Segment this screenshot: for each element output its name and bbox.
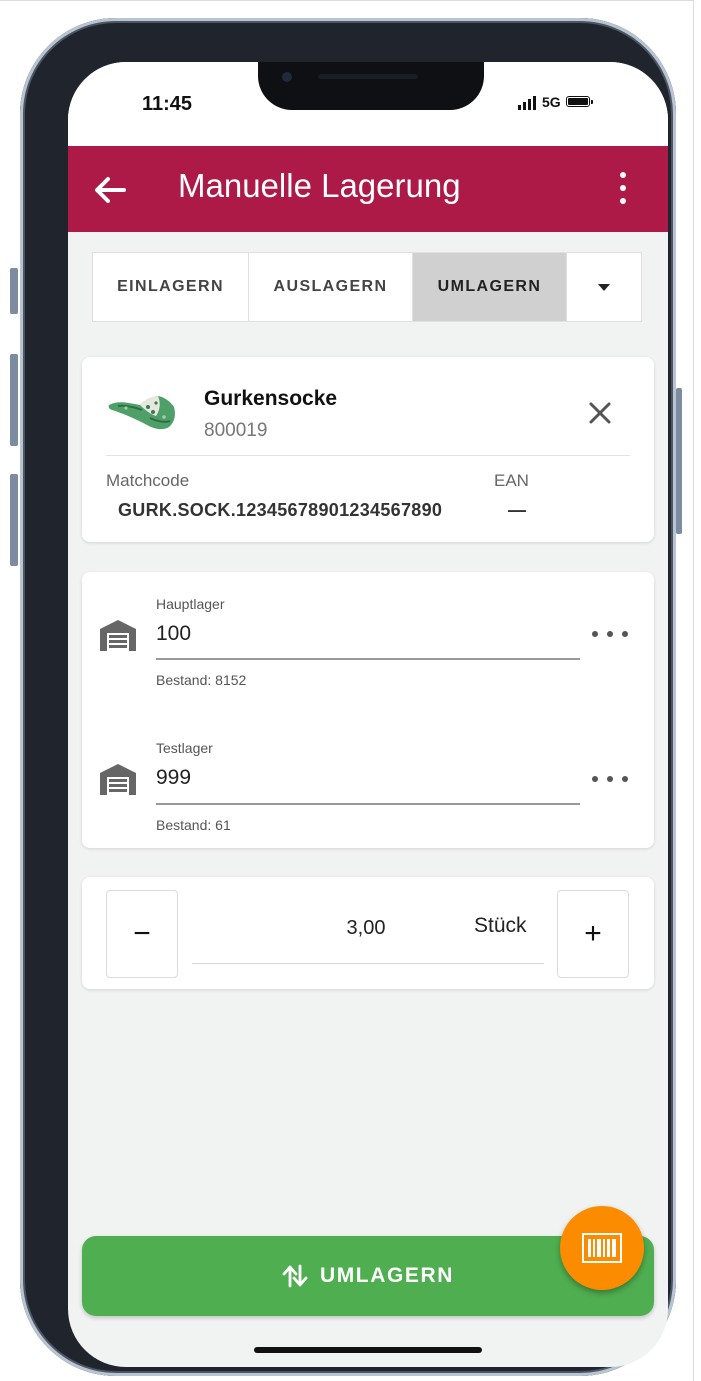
divider — [106, 455, 630, 456]
submit-button-label: UMLAGERN — [319, 1264, 455, 1287]
target-input-underline — [156, 803, 580, 805]
dropdown-caret-icon — [598, 283, 610, 291]
tab-einlagern[interactable]: EINLAGERN — [93, 253, 249, 321]
quantity-unit: Stück — [474, 914, 527, 937]
tab-umlagern[interactable]: UMLAGERN — [413, 253, 567, 321]
ean-value: — — [508, 500, 526, 520]
target-warehouse-label: Testlager — [156, 740, 213, 756]
warehouse-icon — [100, 764, 136, 795]
source-input-underline — [156, 658, 580, 660]
home-indicator — [254, 1347, 482, 1353]
source-stock-text: Bestand: 8152 — [156, 672, 247, 688]
warehouse-icon — [100, 620, 136, 651]
device-mute-switch — [10, 268, 18, 314]
more-horiz-icon[interactable] — [592, 628, 628, 640]
ean-label: EAN — [494, 471, 529, 490]
source-warehouse-label: Hauptlager — [156, 596, 225, 612]
earpiece-speaker — [318, 74, 418, 79]
decrease-quantity-button[interactable]: − — [106, 890, 178, 978]
signal-icon — [518, 95, 536, 110]
front-camera — [282, 72, 292, 82]
matchcode-value: GURK.SOCK.12345678901234567890 — [118, 500, 443, 520]
status-bar: 11:45 5G — [68, 62, 668, 146]
more-vert-icon[interactable] — [611, 168, 635, 208]
increase-quantity-button[interactable]: + — [557, 890, 629, 978]
camera-notch — [258, 62, 484, 110]
battery-icon — [566, 96, 593, 107]
tabs-more-dropdown[interactable] — [567, 253, 641, 321]
swap-vert-icon — [282, 1264, 308, 1288]
barcode-icon — [582, 1233, 622, 1263]
quantity-underline — [192, 963, 544, 964]
device-volume-up-button — [10, 354, 18, 446]
target-location-input[interactable]: 999 — [156, 766, 191, 790]
status-time: 11:45 — [142, 93, 193, 115]
back-arrow-icon[interactable] — [90, 170, 130, 210]
quantity-card: − 3,00 Stück + — [82, 877, 654, 989]
product-name: Gurkensocke — [204, 387, 338, 410]
close-icon[interactable] — [584, 397, 616, 429]
page-title: Manuelle Lagerung — [178, 167, 461, 204]
phone-screen: 11:45 5G Manuelle Lagerung EINLAGERN AUS… — [68, 62, 668, 1367]
source-location-input[interactable]: 100 — [156, 622, 191, 646]
product-image — [108, 396, 175, 430]
network-type: 5G — [542, 94, 561, 110]
more-horiz-icon[interactable] — [592, 773, 628, 785]
product-card: Gurkensocke 800019 Matchcode EAN GURK.SO… — [82, 357, 654, 542]
barcode-scan-button[interactable] — [560, 1206, 644, 1290]
device-power-button — [676, 388, 682, 534]
device-volume-down-button — [10, 474, 18, 566]
mode-tabs: EINLAGERN AUSLAGERN UMLAGERN — [92, 252, 642, 322]
product-number: 800019 — [204, 420, 268, 441]
target-stock-text: Bestand: 61 — [156, 817, 231, 833]
phone-frame: 11:45 5G Manuelle Lagerung EINLAGERN AUS… — [20, 18, 676, 1376]
tab-auslagern[interactable]: AUSLAGERN — [249, 253, 413, 321]
matchcode-label: Matchcode — [106, 471, 190, 490]
app-bar: Manuelle Lagerung — [68, 146, 668, 232]
locations-card: Hauptlager 100 Bestand: 8152 Testlager 9… — [82, 572, 654, 848]
